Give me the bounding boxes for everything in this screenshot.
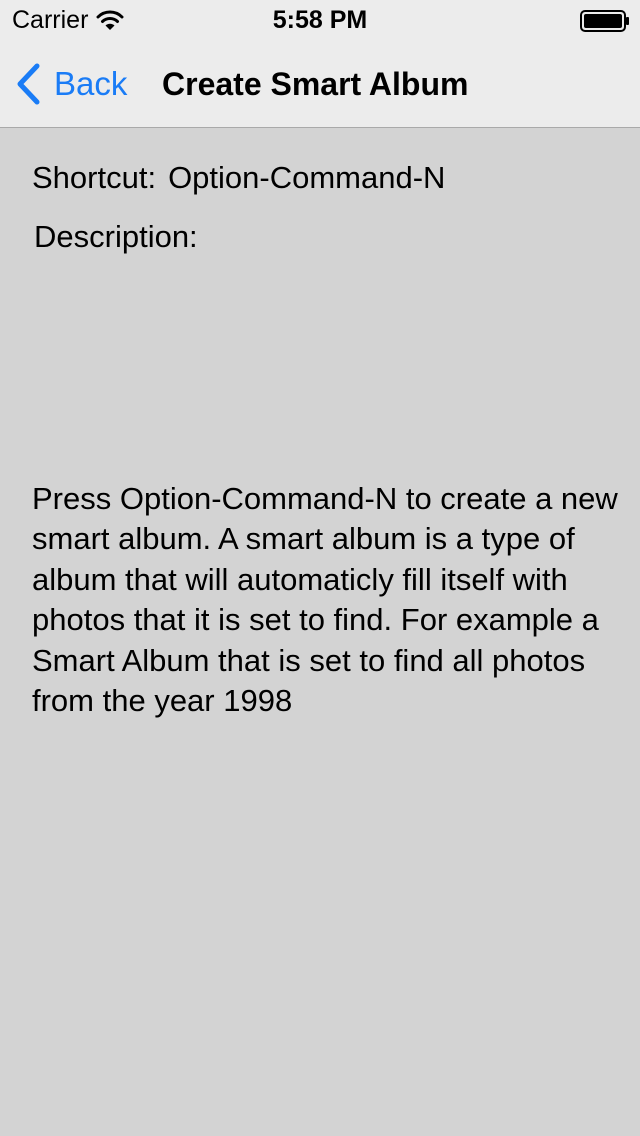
description-label: Description: <box>34 219 198 254</box>
back-button[interactable]: Back <box>14 62 127 106</box>
shortcut-label: Shortcut: <box>32 160 157 195</box>
page-title: Create Smart Album <box>162 66 469 102</box>
status-time: 5:58 PM <box>272 6 368 34</box>
status-bar: Carrier 5:58 PM <box>0 0 640 40</box>
description-text: Press Option-Command-N to create a new s… <box>32 481 618 719</box>
battery-icon <box>580 10 629 32</box>
shortcut-row: Shortcut: Option-Command-N <box>32 160 445 196</box>
navigation-bar: Back Create Smart Album <box>0 40 640 128</box>
chevron-left-icon <box>17 63 40 105</box>
header: Carrier 5:58 PM Back Create Smart Album <box>0 0 640 128</box>
shortcut-value: Option-Command-N <box>168 160 446 195</box>
back-label: Back <box>54 65 128 102</box>
